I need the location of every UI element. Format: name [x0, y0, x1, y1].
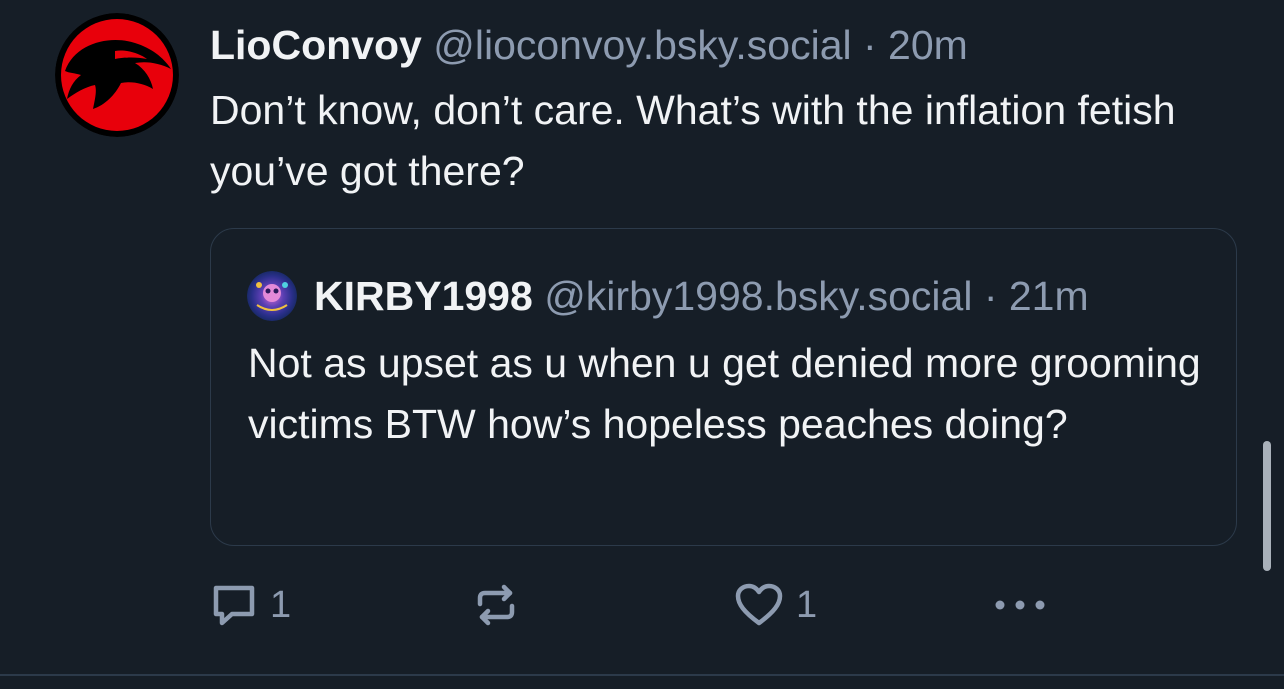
quoted-author-handle-and-time: @kirby1998.bsky.social · 21m [544, 273, 1089, 319]
thundercats-logo-icon [55, 13, 179, 137]
more-options-button[interactable] [994, 580, 1050, 630]
post-divider [0, 674, 1284, 676]
quoted-post[interactable]: KIRBY1998 @kirby1998.bsky.social · 21m N… [210, 228, 1237, 546]
reply-count: 1 [270, 583, 292, 626]
post-item[interactable]: LioConvoy @lioconvoy.bsky.social · 20m D… [0, 0, 1284, 689]
quoted-post-text: Not as upset as u when u get denied more… [248, 340, 1201, 447]
psychedelic-art-avatar-icon [247, 271, 297, 321]
author-avatar[interactable] [55, 13, 179, 137]
like-count: 1 [796, 583, 818, 626]
author-name[interactable]: LioConvoy [210, 22, 422, 68]
repost-icon [477, 584, 515, 626]
heart-icon [735, 583, 783, 626]
like-button[interactable]: 1 [734, 580, 817, 630]
quoted-author-name: KIRBY1998 [314, 273, 533, 319]
reply-button[interactable]: 1 [210, 580, 291, 630]
post-header: LioConvoy @lioconvoy.bsky.social · 20m [210, 18, 968, 72]
quoted-author-avatar [247, 271, 297, 321]
quoted-post-header: KIRBY1998 @kirby1998.bsky.social · 21m [314, 269, 1089, 323]
author-handle-and-time[interactable]: @lioconvoy.bsky.social · 20m [433, 22, 968, 68]
repost-button[interactable] [472, 580, 532, 630]
scrollbar-thumb[interactable] [1263, 441, 1271, 571]
reply-icon [213, 585, 255, 626]
more-options-icon [995, 600, 1045, 610]
post-text: Don’t know, don’t care. What’s with the … [210, 87, 1176, 194]
